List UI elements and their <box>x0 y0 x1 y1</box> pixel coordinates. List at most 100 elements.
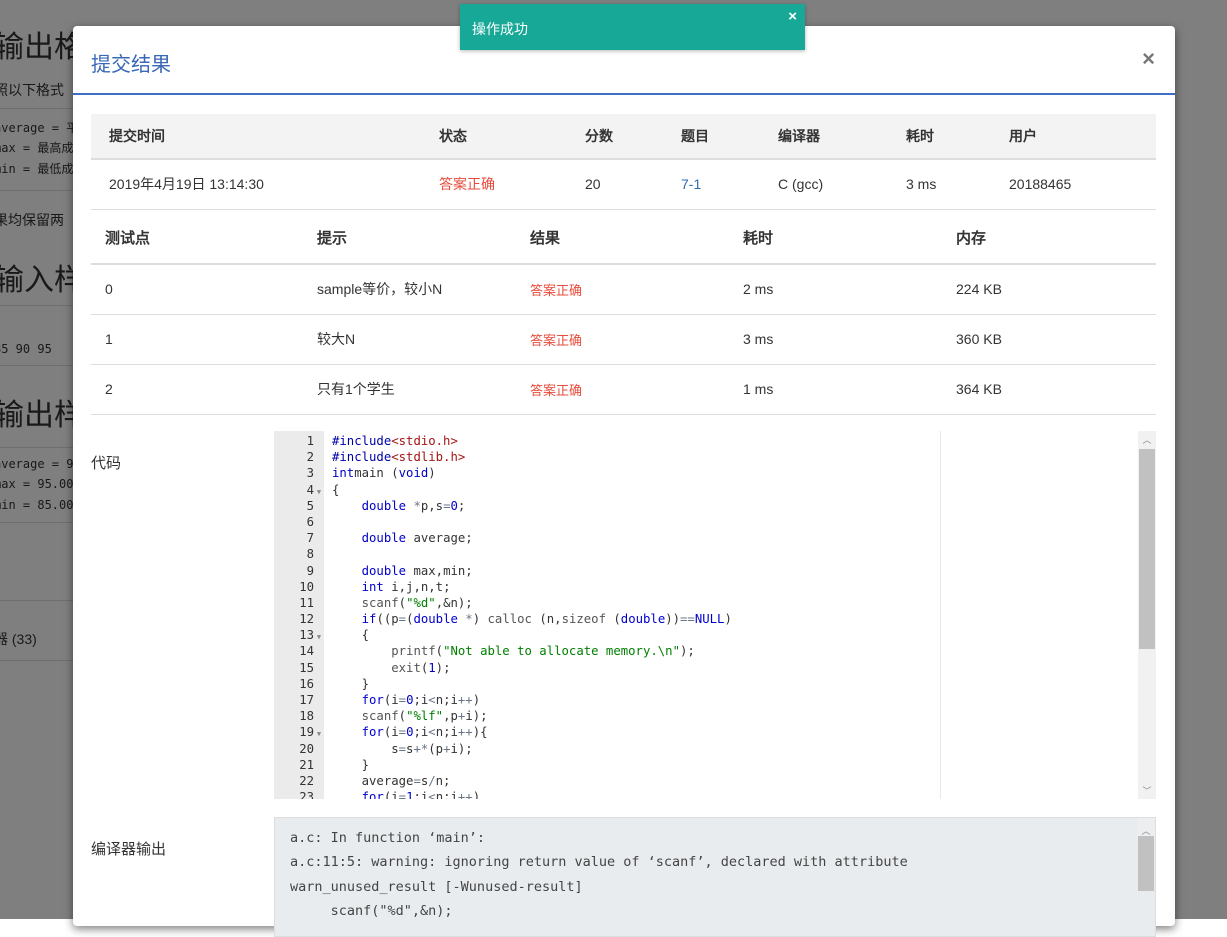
test-hint: 只有1个学生 <box>303 364 516 415</box>
code-token: ((p <box>376 612 399 627</box>
column-header: 耗时 <box>729 212 942 265</box>
scrollbar-thumb[interactable] <box>1138 836 1154 891</box>
code-token: n;i <box>435 725 458 740</box>
code-token: (i <box>383 790 399 799</box>
code-token: = <box>398 612 407 627</box>
line-number: 9 <box>306 563 314 578</box>
line-number: 14 <box>299 644 314 659</box>
code-text: average=s/n; <box>332 773 451 789</box>
close-icon[interactable]: × <box>1142 46 1155 72</box>
line-number: 12 <box>299 612 314 627</box>
code-token: i); <box>465 709 488 724</box>
code-label: 代码 <box>91 455 122 472</box>
code-token: ) <box>428 466 436 481</box>
column-header: 提交时间 <box>91 114 421 160</box>
code-token: < <box>428 693 436 707</box>
code-text: s=s+*(p+i); <box>332 741 473 757</box>
column-header: 耗时 <box>888 114 991 160</box>
code-line: 13 ▼ { <box>274 627 369 643</box>
code-token: ;i <box>413 693 429 707</box>
code-line: 3 intmain (void) <box>274 465 436 481</box>
test-hint: 较大N <box>303 314 516 365</box>
submit-time: 2019年4月19日 13:14:30 <box>91 159 421 210</box>
column-header: 题目 <box>663 114 760 160</box>
code-line: 6 <box>274 514 324 530</box>
code-token: #include <box>332 450 392 465</box>
code-token: ; <box>457 498 466 513</box>
success-toast: 操作成功 × <box>460 4 805 50</box>
code-token: s <box>332 741 399 756</box>
scroll-down-icon[interactable]: ﹀ <box>1138 784 1156 797</box>
line-number: 7 <box>306 531 314 546</box>
code-token: double <box>413 612 458 627</box>
test-id: 0 <box>91 264 303 315</box>
code-token: * <box>406 498 421 513</box>
test-memory: 224 KB <box>942 264 1156 315</box>
problem-link[interactable]: 7-1 <box>663 159 760 210</box>
column-header: 状态 <box>421 114 567 160</box>
code-token: calloc <box>487 612 532 627</box>
code-token: ) <box>472 790 481 799</box>
user: 20188465 <box>991 159 1156 210</box>
code-text: } <box>332 757 369 773</box>
code-token: int <box>332 466 355 481</box>
code-line: 21 } <box>274 757 369 773</box>
code-token: i); <box>450 741 473 756</box>
scroll-up-icon[interactable]: ︿ <box>1138 433 1156 446</box>
code-token: int <box>361 579 384 594</box>
close-icon[interactable]: × <box>788 8 797 25</box>
code-token: n;i <box>435 790 458 799</box>
code-editor[interactable]: 1 #include <stdio.h> 2 #include<stdlib.h> 3 in… <box>274 431 1156 799</box>
output-line: scanf("%d",&n); <box>290 902 453 919</box>
line-number: 10 <box>299 579 314 594</box>
code-text: exit(1); <box>332 660 450 676</box>
code-line: 12 if((p=(double *) calloc (n,sizeof (do… <box>274 611 732 627</box>
code-line: 15 exit(1); <box>274 660 450 676</box>
code-scrollbar[interactable]: ︿ ﹀ <box>1138 431 1156 799</box>
code-text: int i,j,n,t; <box>332 579 451 595</box>
code-token: (i <box>383 693 399 707</box>
code-token: < <box>428 790 436 799</box>
code-token: / <box>428 773 436 788</box>
code-token: NULL <box>694 612 725 627</box>
line-number: 13 <box>299 628 314 643</box>
code-token: <stdio.h> <box>391 434 458 448</box>
compiler-output[interactable]: ︿ a.c: In function ‘main’: a.c:11:5: warn… <box>274 817 1156 937</box>
column-header: 分数 <box>567 114 663 160</box>
code-token: average <box>332 773 414 788</box>
table-row: 1 较大N 答案正确 3 ms 360 KB <box>91 314 1156 365</box>
code-text: } <box>332 676 369 692</box>
line-number: 8 <box>306 547 314 562</box>
code-token: = <box>398 741 407 756</box>
code-token: double <box>361 498 407 513</box>
line-number: 20 <box>299 741 314 756</box>
line-number: 1 <box>306 434 314 448</box>
code-token: ;i <box>413 725 429 740</box>
scrollbar-thumb[interactable] <box>1139 449 1155 649</box>
code-token: = <box>398 725 407 740</box>
line-number: 18 <box>299 709 314 724</box>
elapsed-time: 3 ms <box>888 159 991 210</box>
code-token: ); <box>435 660 451 675</box>
table-row: 2019年4月19日 13:14:30 答案正确 20 7-1 C (gcc) … <box>91 159 1156 210</box>
code-token: * <box>457 612 473 627</box>
code-token: ;i <box>413 790 429 799</box>
output-scrollbar[interactable]: ︿ <box>1137 818 1155 891</box>
code-token: = <box>398 693 407 707</box>
output-line: a.c: In function ‘main’: <box>290 830 486 846</box>
code-token: ,&n); <box>435 595 473 610</box>
test-result: 答案正确 <box>516 364 729 415</box>
code-line: 2 #include<stdlib.h> <box>274 449 466 465</box>
column-header: 用户 <box>991 114 1156 160</box>
test-result: 答案正确 <box>516 264 729 315</box>
code-line: 16 } <box>274 676 369 692</box>
code-token: ( <box>605 612 621 627</box>
code-token: scanf <box>361 709 399 724</box>
